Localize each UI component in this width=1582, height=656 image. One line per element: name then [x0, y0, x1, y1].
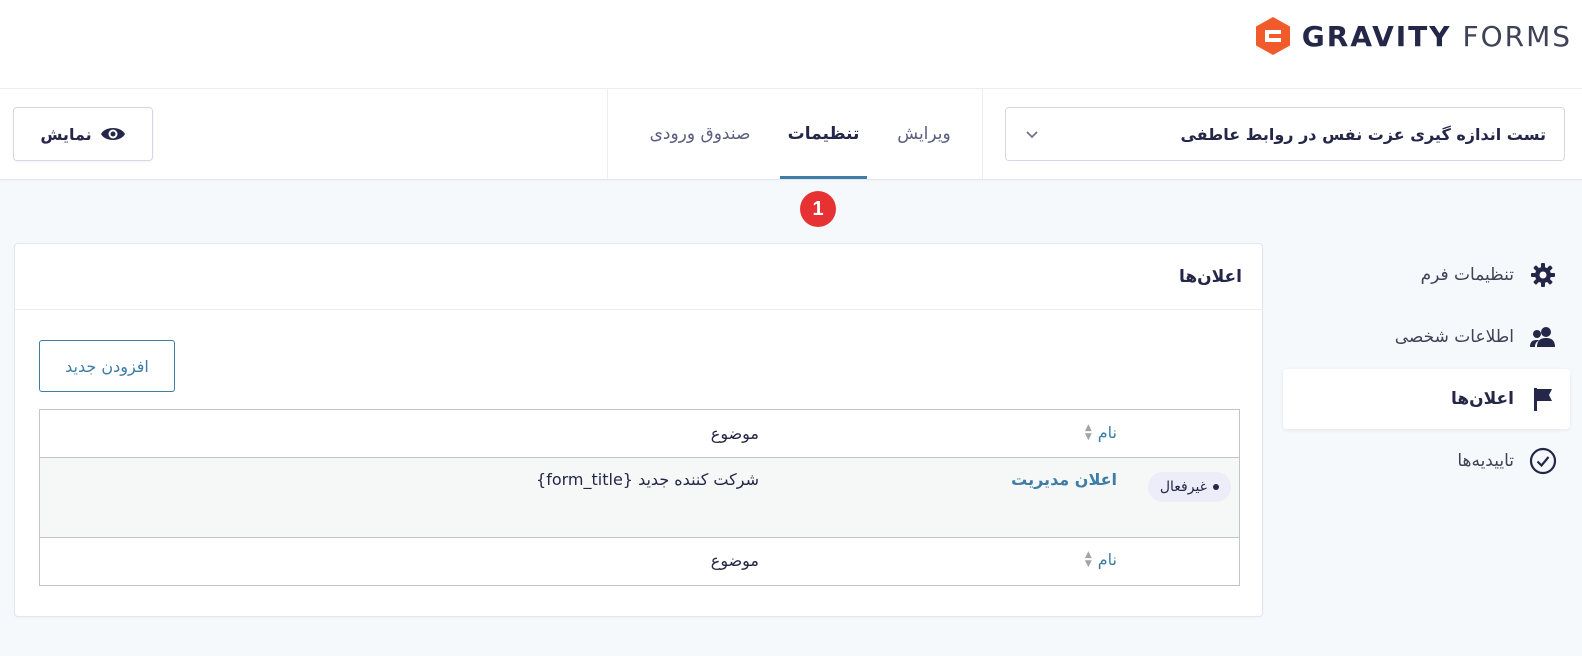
tab-settings[interactable]: تنظیمات: [780, 89, 867, 179]
sidebar-item-label: تاییدیه‌ها: [1457, 451, 1514, 471]
column-header-subject: موضوع: [710, 424, 759, 443]
notification-subject: شرکت کننده جدید {form_title}: [536, 470, 759, 489]
form-switcher-select[interactable]: تست اندازه گیری عزت نفس در روابط عاطفی: [1005, 107, 1565, 161]
gravity-forms-logo-icon: [1255, 17, 1290, 55]
status-dot-icon: [1213, 484, 1219, 490]
sidebar-item-confirmations[interactable]: تاییدیه‌ها: [1283, 431, 1570, 491]
sidebar-item-notifications[interactable]: اعلان‌ها: [1283, 369, 1570, 429]
tab-edit[interactable]: ویرایش: [876, 89, 972, 179]
check-circle-icon: [1528, 446, 1558, 476]
sidebar-item-label: اعلان‌ها: [1450, 389, 1514, 409]
table-header-row: نام ▲ ▼ موضوع: [40, 410, 1239, 458]
column-footer-subject: موضوع: [710, 551, 759, 570]
notifications-panel: اعلان‌ها افزودن جدید نام ▲ ▼ موضوع غیرفعا…: [14, 243, 1263, 617]
add-new-button[interactable]: افزودن جدید: [39, 340, 175, 392]
sidebar-item-form-settings[interactable]: تنظیمات فرم: [1283, 245, 1570, 305]
flag-icon: [1528, 384, 1558, 414]
preview-button[interactable]: نمایش: [13, 107, 153, 161]
preview-label: نمایش: [40, 124, 92, 144]
users-icon: [1528, 322, 1558, 352]
table-footer-row: نام ▲ ▼ موضوع: [40, 538, 1239, 585]
logo-text-light: FORMS: [1462, 19, 1572, 53]
nav-divider: [607, 89, 608, 179]
sort-icon: ▲ ▼: [1084, 549, 1092, 569]
notification-name-link[interactable]: اعلان مدیریت: [1011, 470, 1117, 489]
annotation-badge-1: 1: [800, 191, 836, 227]
logo-text-bold: GRAVITY: [1301, 19, 1452, 53]
sidebar-item-label: اطلاعات شخصی: [1394, 327, 1514, 347]
sidebar-item-label: تنظیمات فرم: [1420, 265, 1514, 285]
settings-sidebar: تنظیمات فرم اطلاعات شخصی اعلان‌ها تاییدی…: [1283, 245, 1570, 493]
column-header-name[interactable]: نام ▲ ▼: [1085, 423, 1117, 442]
panel-title: اعلان‌ها: [15, 244, 1262, 310]
eye-icon: [100, 128, 125, 140]
status-toggle-inactive[interactable]: غیرفعال: [1147, 472, 1231, 502]
chevron-down-icon: [1026, 131, 1038, 139]
nav-divider: [982, 89, 983, 179]
sort-icon: ▲ ▼: [1084, 422, 1092, 442]
form-switcher-value: تست اندازه گیری عزت نفس در روابط عاطفی: [1180, 124, 1546, 144]
gravity-forms-logo: GRAVITY FORMS: [1254, 16, 1572, 56]
form-toolbar: تست اندازه گیری عزت نفس در روابط عاطفی و…: [0, 89, 1582, 180]
tab-entries[interactable]: صندوق ورودی: [630, 89, 770, 179]
notifications-table: نام ▲ ▼ موضوع غیرفعال اعلان مدیریت شرکت ک…: [39, 409, 1240, 586]
column-footer-name[interactable]: نام ▲ ▼: [1085, 550, 1117, 569]
table-row: غیرفعال اعلان مدیریت شرکت کننده جدید {fo…: [40, 458, 1239, 538]
gear-icon: [1528, 260, 1558, 290]
sidebar-item-personal-data[interactable]: اطلاعات شخصی: [1283, 307, 1570, 367]
top-bar: GRAVITY FORMS: [0, 0, 1582, 89]
